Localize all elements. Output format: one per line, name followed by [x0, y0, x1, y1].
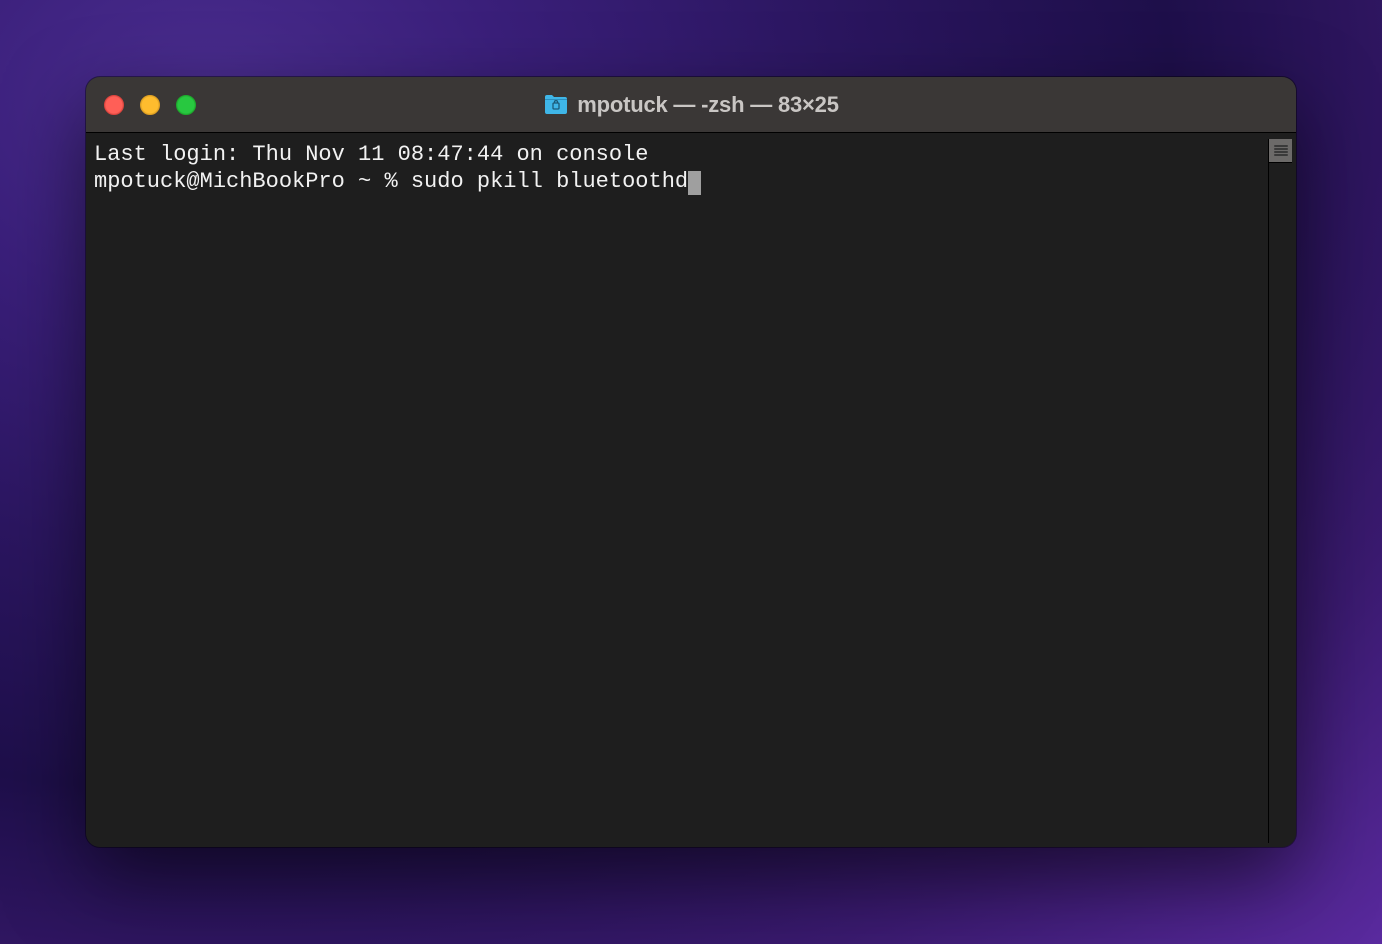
- scrollbar[interactable]: [1268, 139, 1292, 843]
- terminal-line: mpotuck@MichBookPro ~ % sudo pkill bluet…: [94, 168, 1268, 195]
- terminal-line-text: mpotuck@MichBookPro ~ % sudo pkill bluet…: [94, 169, 688, 194]
- terminal-body: Last login: Thu Nov 11 08:47:44 on conso…: [86, 133, 1296, 847]
- close-button[interactable]: [104, 95, 124, 115]
- terminal-window: mpotuck — -zsh — 83×25 Last login: Thu N…: [86, 77, 1296, 847]
- titlebar[interactable]: mpotuck — -zsh — 83×25: [86, 77, 1296, 133]
- maximize-button[interactable]: [176, 95, 196, 115]
- minimize-button[interactable]: [140, 95, 160, 115]
- cursor: [688, 171, 701, 195]
- folder-icon: [543, 94, 569, 116]
- window-title: mpotuck — -zsh — 83×25: [577, 92, 839, 118]
- terminal-line: Last login: Thu Nov 11 08:47:44 on conso…: [94, 141, 1268, 168]
- lines-icon: [1274, 145, 1288, 157]
- traffic-lights: [104, 95, 196, 115]
- terminal-content[interactable]: Last login: Thu Nov 11 08:47:44 on conso…: [92, 139, 1268, 843]
- title-wrap: mpotuck — -zsh — 83×25: [86, 92, 1296, 118]
- scroll-indicator-icon[interactable]: [1269, 139, 1292, 163]
